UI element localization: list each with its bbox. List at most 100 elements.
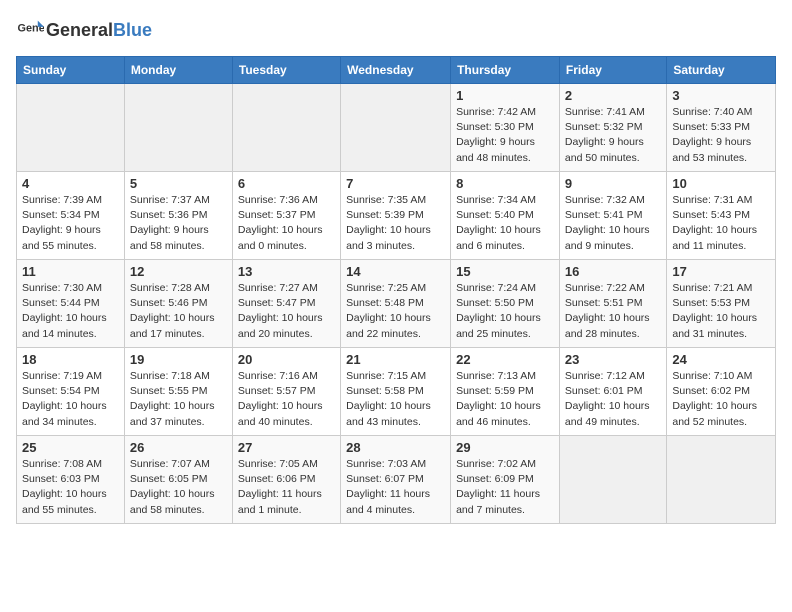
day-detail: Sunrise: 7:40 AM Sunset: 5:33 PM Dayligh… bbox=[672, 105, 770, 166]
calendar-cell: 22 Sunrise: 7:13 AM Sunset: 5:59 PM Dayli… bbox=[451, 348, 560, 436]
calendar-cell: 5Sunrise: 7:37 AM Sunset: 5:36 PM Daylig… bbox=[124, 172, 232, 260]
day-detail: Sunrise: 7:08 AM Sunset: 6:03 PM Dayligh… bbox=[22, 457, 119, 518]
calendar-cell: 3 Sunrise: 7:40 AM Sunset: 5:33 PM Daylig… bbox=[667, 84, 776, 172]
day-detail: Sunrise: 7:42 AM Sunset: 5:30 PM Dayligh… bbox=[456, 105, 554, 166]
day-detail: Sunrise: 7:30 AM Sunset: 5:44 PM Dayligh… bbox=[22, 281, 119, 342]
day-detail: Sunrise: 7:13 AM Sunset: 5:59 PM Dayligh… bbox=[456, 369, 554, 430]
calendar-table: SundayMondayTuesdayWednesdayThursdayFrid… bbox=[16, 56, 776, 524]
day-number: 23 bbox=[565, 352, 661, 367]
calendar-cell: 8 Sunrise: 7:34 AM Sunset: 5:40 PM Daylig… bbox=[451, 172, 560, 260]
day-detail: Sunrise: 7:22 AM Sunset: 5:51 PM Dayligh… bbox=[565, 281, 661, 342]
day-number: 7 bbox=[346, 176, 445, 191]
calendar-week-row: 25 Sunrise: 7:08 AM Sunset: 6:03 PM Dayli… bbox=[17, 436, 776, 524]
weekday-header: Sunday bbox=[17, 57, 125, 84]
calendar-cell bbox=[124, 84, 232, 172]
logo-icon: General bbox=[16, 16, 44, 44]
day-number: 21 bbox=[346, 352, 445, 367]
calendar-cell: 15 Sunrise: 7:24 AM Sunset: 5:50 PM Dayli… bbox=[451, 260, 560, 348]
calendar-week-row: 11 Sunrise: 7:30 AM Sunset: 5:44 PM Dayli… bbox=[17, 260, 776, 348]
day-number: 25 bbox=[22, 440, 119, 455]
day-number: 12 bbox=[130, 264, 227, 279]
day-number: 22 bbox=[456, 352, 554, 367]
day-detail: Sunrise: 7:16 AM Sunset: 5:57 PM Dayligh… bbox=[238, 369, 335, 430]
day-detail: Sunrise: 7:03 AM Sunset: 6:07 PM Dayligh… bbox=[346, 457, 445, 518]
calendar-cell: 19 Sunrise: 7:18 AM Sunset: 5:55 PM Dayli… bbox=[124, 348, 232, 436]
day-number: 6 bbox=[238, 176, 335, 191]
day-detail: Sunrise: 7:10 AM Sunset: 6:02 PM Dayligh… bbox=[672, 369, 770, 430]
weekday-header: Monday bbox=[124, 57, 232, 84]
calendar-cell: 16Sunrise: 7:22 AM Sunset: 5:51 PM Dayli… bbox=[559, 260, 666, 348]
calendar-cell bbox=[559, 436, 666, 524]
day-number: 18 bbox=[22, 352, 119, 367]
day-detail: Sunrise: 7:28 AM Sunset: 5:46 PM Dayligh… bbox=[130, 281, 227, 342]
weekday-header: Friday bbox=[559, 57, 666, 84]
calendar-header-row: SundayMondayTuesdayWednesdayThursdayFrid… bbox=[17, 57, 776, 84]
day-detail: Sunrise: 7:35 AM Sunset: 5:39 PM Dayligh… bbox=[346, 193, 445, 254]
day-detail: Sunrise: 7:07 AM Sunset: 6:05 PM Dayligh… bbox=[130, 457, 227, 518]
calendar-cell: 10 Sunrise: 7:31 AM Sunset: 5:43 PM Dayli… bbox=[667, 172, 776, 260]
calendar-cell: 2Sunrise: 7:41 AM Sunset: 5:32 PM Daylig… bbox=[559, 84, 666, 172]
day-number: 13 bbox=[238, 264, 335, 279]
day-number: 10 bbox=[672, 176, 770, 191]
day-number: 15 bbox=[456, 264, 554, 279]
day-detail: Sunrise: 7:12 AM Sunset: 6:01 PM Dayligh… bbox=[565, 369, 661, 430]
weekday-header: Wednesday bbox=[341, 57, 451, 84]
day-detail: Sunrise: 7:32 AM Sunset: 5:41 PM Dayligh… bbox=[565, 193, 661, 254]
calendar-week-row: 4 Sunrise: 7:39 AM Sunset: 5:34 PM Daylig… bbox=[17, 172, 776, 260]
calendar-cell bbox=[341, 84, 451, 172]
calendar-cell: 27 Sunrise: 7:05 AM Sunset: 6:06 PM Dayli… bbox=[232, 436, 340, 524]
logo: General GeneralBlue bbox=[16, 16, 152, 44]
day-number: 4 bbox=[22, 176, 119, 191]
calendar-cell: 9 Sunrise: 7:32 AM Sunset: 5:41 PM Daylig… bbox=[559, 172, 666, 260]
day-detail: Sunrise: 7:36 AM Sunset: 5:37 PM Dayligh… bbox=[238, 193, 335, 254]
calendar-week-row: 1Sunrise: 7:42 AM Sunset: 5:30 PM Daylig… bbox=[17, 84, 776, 172]
calendar-cell: 1Sunrise: 7:42 AM Sunset: 5:30 PM Daylig… bbox=[451, 84, 560, 172]
calendar-cell: 23 Sunrise: 7:12 AM Sunset: 6:01 PM Dayli… bbox=[559, 348, 666, 436]
calendar-cell: 24 Sunrise: 7:10 AM Sunset: 6:02 PM Dayli… bbox=[667, 348, 776, 436]
day-number: 19 bbox=[130, 352, 227, 367]
day-number: 24 bbox=[672, 352, 770, 367]
day-detail: Sunrise: 7:24 AM Sunset: 5:50 PM Dayligh… bbox=[456, 281, 554, 342]
calendar-cell bbox=[232, 84, 340, 172]
day-detail: Sunrise: 7:31 AM Sunset: 5:43 PM Dayligh… bbox=[672, 193, 770, 254]
weekday-header: Tuesday bbox=[232, 57, 340, 84]
day-number: 8 bbox=[456, 176, 554, 191]
weekday-header: Saturday bbox=[667, 57, 776, 84]
day-detail: Sunrise: 7:21 AM Sunset: 5:53 PM Dayligh… bbox=[672, 281, 770, 342]
day-number: 28 bbox=[346, 440, 445, 455]
calendar-cell: 29 Sunrise: 7:02 AM Sunset: 6:09 PM Dayli… bbox=[451, 436, 560, 524]
day-detail: Sunrise: 7:05 AM Sunset: 6:06 PM Dayligh… bbox=[238, 457, 335, 518]
calendar-cell: 25 Sunrise: 7:08 AM Sunset: 6:03 PM Dayli… bbox=[17, 436, 125, 524]
day-number: 11 bbox=[22, 264, 119, 279]
logo-general-text: General bbox=[46, 20, 113, 40]
day-number: 27 bbox=[238, 440, 335, 455]
calendar-cell: 17Sunrise: 7:21 AM Sunset: 5:53 PM Dayli… bbox=[667, 260, 776, 348]
day-detail: Sunrise: 7:18 AM Sunset: 5:55 PM Dayligh… bbox=[130, 369, 227, 430]
calendar-cell: 12 Sunrise: 7:28 AM Sunset: 5:46 PM Dayli… bbox=[124, 260, 232, 348]
page-header: General GeneralBlue bbox=[16, 16, 776, 44]
logo-blue-text: Blue bbox=[113, 20, 152, 40]
day-detail: Sunrise: 7:39 AM Sunset: 5:34 PM Dayligh… bbox=[22, 193, 119, 254]
calendar-cell: 14Sunrise: 7:25 AM Sunset: 5:48 PM Dayli… bbox=[341, 260, 451, 348]
day-number: 20 bbox=[238, 352, 335, 367]
day-number: 9 bbox=[565, 176, 661, 191]
calendar-cell bbox=[667, 436, 776, 524]
day-number: 29 bbox=[456, 440, 554, 455]
day-detail: Sunrise: 7:34 AM Sunset: 5:40 PM Dayligh… bbox=[456, 193, 554, 254]
calendar-week-row: 18Sunrise: 7:19 AM Sunset: 5:54 PM Dayli… bbox=[17, 348, 776, 436]
day-detail: Sunrise: 7:15 AM Sunset: 5:58 PM Dayligh… bbox=[346, 369, 445, 430]
day-number: 26 bbox=[130, 440, 227, 455]
day-detail: Sunrise: 7:27 AM Sunset: 5:47 PM Dayligh… bbox=[238, 281, 335, 342]
calendar-cell: 20 Sunrise: 7:16 AM Sunset: 5:57 PM Dayli… bbox=[232, 348, 340, 436]
calendar-cell: 6 Sunrise: 7:36 AM Sunset: 5:37 PM Daylig… bbox=[232, 172, 340, 260]
calendar-cell: 13 Sunrise: 7:27 AM Sunset: 5:47 PM Dayli… bbox=[232, 260, 340, 348]
calendar-cell: 4 Sunrise: 7:39 AM Sunset: 5:34 PM Daylig… bbox=[17, 172, 125, 260]
calendar-cell: 28 Sunrise: 7:03 AM Sunset: 6:07 PM Dayli… bbox=[341, 436, 451, 524]
calendar-cell bbox=[17, 84, 125, 172]
day-number: 3 bbox=[672, 88, 770, 103]
weekday-header: Thursday bbox=[451, 57, 560, 84]
calendar-cell: 21 Sunrise: 7:15 AM Sunset: 5:58 PM Dayli… bbox=[341, 348, 451, 436]
day-detail: Sunrise: 7:02 AM Sunset: 6:09 PM Dayligh… bbox=[456, 457, 554, 518]
calendar-cell: 7 Sunrise: 7:35 AM Sunset: 5:39 PM Daylig… bbox=[341, 172, 451, 260]
day-detail: Sunrise: 7:37 AM Sunset: 5:36 PM Dayligh… bbox=[130, 193, 227, 254]
